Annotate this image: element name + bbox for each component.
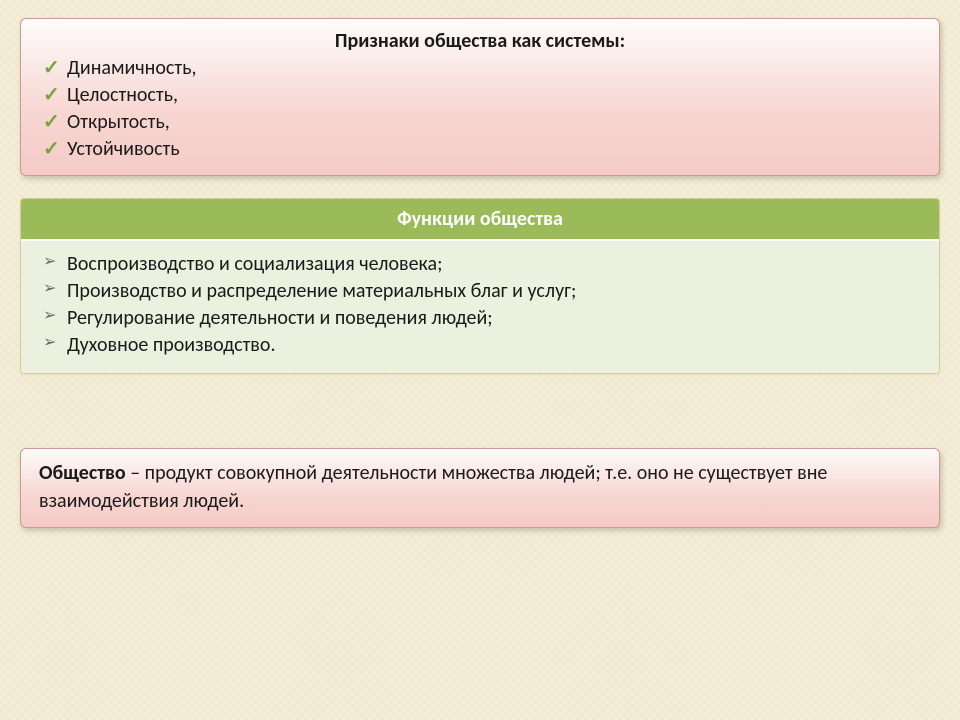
features-item: Целостность, [41, 82, 921, 109]
gap [20, 396, 940, 426]
functions-list: Воспроизводство и социализация человека;… [39, 251, 921, 359]
functions-body: Воспроизводство и социализация человека;… [21, 241, 939, 373]
features-item: Устойчивость [41, 136, 921, 163]
bottom-spacer [20, 550, 940, 702]
features-panel: Признаки общества как системы: Динамично… [20, 18, 940, 176]
functions-item: Регулирование деятельности и поведения л… [41, 305, 921, 332]
features-item: Динамичность, [41, 55, 921, 82]
functions-item: Производство и распределение материальны… [41, 278, 921, 305]
features-list: Динамичность, Целостность, Открытость, У… [39, 55, 921, 163]
definition-term: Общество [39, 461, 126, 485]
functions-item: Духовное производство. [41, 332, 921, 359]
functions-title: Функции общества [21, 199, 939, 241]
functions-item: Воспроизводство и социализация человека; [41, 251, 921, 278]
features-title: Признаки общества как системы: [39, 29, 921, 55]
features-item: Открытость, [41, 109, 921, 136]
functions-panel: Функции общества Воспроизводство и социа… [20, 198, 940, 374]
definition-panel: Общество – продукт совокупной деятельнос… [20, 448, 940, 528]
definition-text: – продукт совокупной деятельности множес… [39, 461, 827, 513]
